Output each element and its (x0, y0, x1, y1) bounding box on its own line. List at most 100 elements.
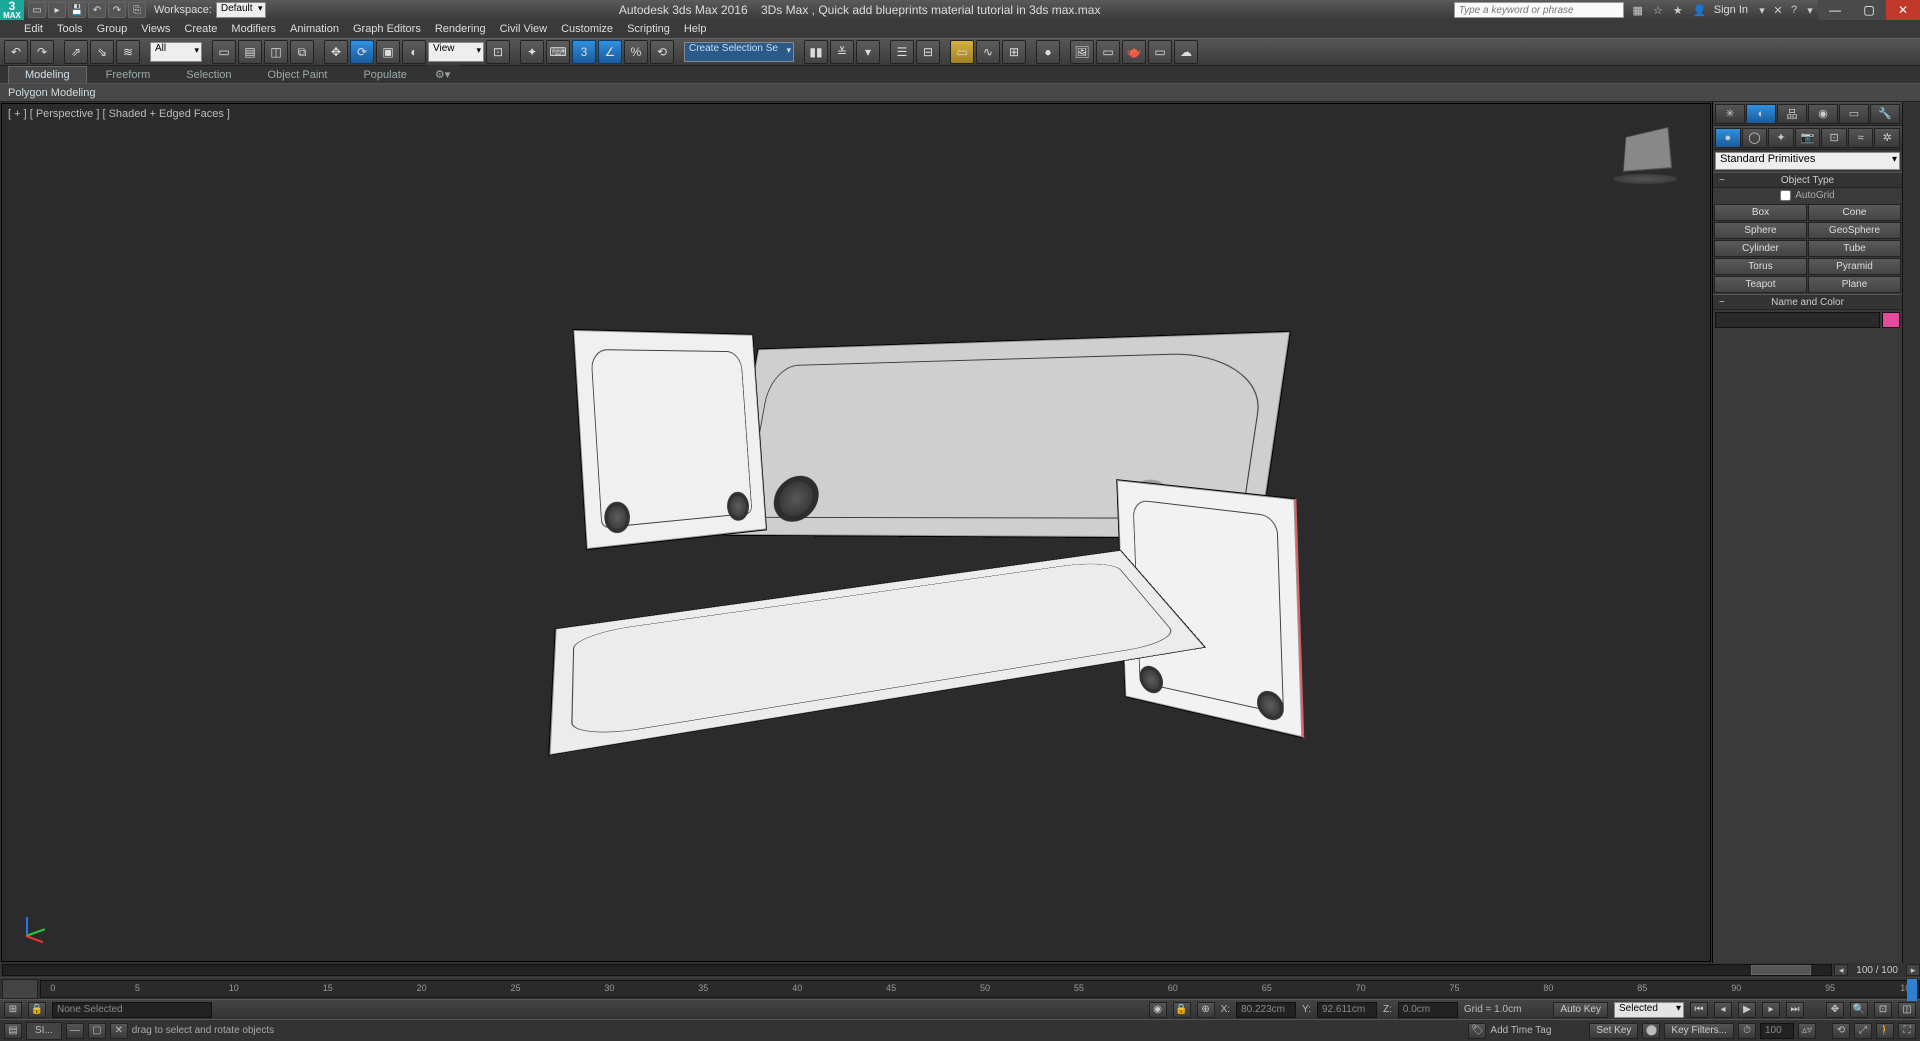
hscroll-thumb[interactable] (1751, 965, 1811, 975)
rendered-frame-icon[interactable]: ▭ (1096, 40, 1120, 64)
nav-orbit-icon[interactable]: ⟲ (1832, 1023, 1850, 1039)
rollout-name-color[interactable]: Name and Color (1713, 294, 1902, 310)
window-crossing-icon[interactable]: ⧉ (290, 40, 314, 64)
signin-chevron-icon[interactable]: ▾ (1754, 2, 1770, 18)
help-chevron-icon[interactable]: ▾ (1802, 2, 1818, 18)
prim-pyramid[interactable]: Pyramid (1808, 258, 1901, 275)
signin-link[interactable]: Sign In (1714, 4, 1748, 16)
minimize-button[interactable]: — (1818, 0, 1852, 20)
percent-snap-icon[interactable]: % (624, 40, 648, 64)
new-icon[interactable]: ▭ (28, 2, 46, 18)
object-color-swatch[interactable] (1882, 312, 1900, 328)
snap-toggle-icon[interactable]: 3 (572, 40, 596, 64)
save-icon[interactable]: 💾 (68, 2, 86, 18)
scale-icon[interactable]: ▣ (376, 40, 400, 64)
panel-gutter[interactable] (1902, 102, 1920, 963)
prim-cylinder[interactable]: Cylinder (1714, 240, 1807, 257)
subcat-helpers-icon[interactable]: ⊡ (1821, 128, 1847, 148)
frame-spinner-icon[interactable]: ▵▿ (1798, 1023, 1816, 1039)
prim-teapot[interactable]: Teapot (1714, 276, 1807, 293)
nav-dolly-icon[interactable]: ⤢ (1854, 1023, 1872, 1039)
timeline-cursor[interactable] (1907, 979, 1917, 1001)
workspace-dropdown[interactable]: Default (216, 2, 266, 18)
current-frame-field[interactable]: 100 (1760, 1023, 1794, 1039)
nav-zoomall-icon[interactable]: ⊡ (1874, 1002, 1892, 1018)
render-production-icon[interactable]: 🫖 (1122, 40, 1146, 64)
prim-geosphere[interactable]: GeoSphere (1808, 222, 1901, 239)
addtimetag-label[interactable]: Add Time Tag (1490, 1025, 1551, 1036)
goto-start-icon[interactable]: ⏮ (1690, 1002, 1708, 1018)
select-name-icon[interactable]: ▤ (238, 40, 262, 64)
project-icon[interactable]: ⎘ (128, 2, 146, 18)
viewport-perspective[interactable]: [ + ] [ Perspective ] [ Shaded + Edged F… (1, 103, 1711, 962)
tab-objectpaint[interactable]: Object Paint (251, 66, 345, 83)
setkey-button[interactable]: Set Key (1589, 1023, 1638, 1039)
prim-torus[interactable]: Torus (1714, 258, 1807, 275)
curve-editor-icon[interactable]: ∿ (976, 40, 1000, 64)
y-field[interactable]: 92.611cm (1317, 1002, 1377, 1018)
mirror-icon[interactable]: ▮▮ (804, 40, 828, 64)
category-dropdown[interactable]: Standard Primitives (1715, 152, 1900, 170)
timeconfig-icon[interactable]: ⏱ (1738, 1023, 1756, 1039)
subcat-spacewarps-icon[interactable]: ≈ (1848, 128, 1874, 148)
render-setup-icon[interactable]: 🖼 (1070, 40, 1094, 64)
prim-plane[interactable]: Plane (1808, 276, 1901, 293)
refcoord-dropdown[interactable]: View (428, 42, 484, 62)
keyboard-shortcut-icon[interactable]: ⌨ (546, 40, 570, 64)
redo-button[interactable]: ↷ (30, 40, 54, 64)
selection-filter-dropdown[interactable]: All (150, 42, 202, 62)
z-field[interactable]: 0.0cm (1398, 1002, 1458, 1018)
prim-cone[interactable]: Cone (1808, 204, 1901, 221)
cmdtab-display-icon[interactable]: ▭ (1839, 104, 1869, 124)
ribbon-settings-icon[interactable]: ⚙▾ (426, 65, 459, 83)
exchange-icon[interactable]: ✕ (1770, 2, 1786, 18)
nav-zoom-icon[interactable]: 🔍 (1850, 1002, 1868, 1018)
timeline-slider-handle[interactable] (2, 979, 38, 999)
prim-sphere[interactable]: Sphere (1714, 222, 1807, 239)
subcat-shapes-icon[interactable]: ◯ (1742, 128, 1768, 148)
rotate-icon[interactable]: ⟳ (350, 40, 374, 64)
undo-button[interactable]: ↶ (4, 40, 28, 64)
task-max-icon[interactable]: ▢ (88, 1023, 106, 1039)
cmdtab-modify-icon[interactable]: ◐ (1746, 104, 1776, 124)
listener-icon[interactable]: ▤ (4, 1023, 22, 1039)
goto-end-icon[interactable]: ⏭ (1786, 1002, 1804, 1018)
unlink-icon[interactable]: ⇘ (90, 40, 114, 64)
undo-icon[interactable]: ↶ (88, 2, 106, 18)
schematic-icon[interactable]: ⊞ (1002, 40, 1026, 64)
task-app-button[interactable]: SI... (26, 1022, 62, 1040)
menu-help[interactable]: Help (684, 23, 707, 35)
blueprint-plane-top[interactable] (548, 550, 1206, 755)
play-icon[interactable]: ▶ (1738, 1002, 1756, 1018)
spinner-snap-icon[interactable]: ⟲ (650, 40, 674, 64)
keymode-dropdown[interactable]: Selected (1614, 1002, 1684, 1018)
align-flyout-icon[interactable]: ▾ (856, 40, 880, 64)
placement-icon[interactable]: ◐ (402, 40, 426, 64)
menu-edit[interactable]: Edit (24, 23, 43, 35)
coord-display-icon[interactable]: ⊕ (1197, 1002, 1215, 1018)
viewcube-cube-icon[interactable] (1623, 127, 1672, 172)
tab-selection[interactable]: Selection (169, 66, 248, 83)
menu-customize[interactable]: Customize (561, 23, 613, 35)
infocenter-icon[interactable]: ▦ (1630, 2, 1646, 18)
select-region-icon[interactable]: ◫ (264, 40, 288, 64)
hscroll-left-icon[interactable]: ◂ (1834, 964, 1848, 976)
maximize-button[interactable]: ▢ (1852, 0, 1886, 20)
timetag-icon[interactable]: 🏷 (1468, 1023, 1486, 1039)
nav-walk-icon[interactable]: 🚶 (1876, 1023, 1894, 1039)
close-button[interactable]: ✕ (1886, 0, 1920, 20)
layer-explorer-icon[interactable]: ⊟ (916, 40, 940, 64)
tab-modeling[interactable]: Modeling (8, 66, 87, 83)
menu-civilview[interactable]: Civil View (500, 23, 547, 35)
cmdtab-utilities-icon[interactable]: 🔧 (1870, 104, 1900, 124)
redo-icon[interactable]: ↷ (108, 2, 126, 18)
subcat-geometry-icon[interactable]: ● (1715, 128, 1741, 148)
object-name-input[interactable] (1715, 312, 1880, 328)
keyfilters-button[interactable]: Key Filters... (1664, 1023, 1734, 1039)
user-icon[interactable]: 👤 (1692, 2, 1708, 18)
menu-grapheditors[interactable]: Graph Editors (353, 23, 421, 35)
bind-icon[interactable]: ≋ (116, 40, 140, 64)
render-iterate-icon[interactable]: ▭ (1148, 40, 1172, 64)
align-icon[interactable]: ≚ (830, 40, 854, 64)
autogrid-checkbox[interactable] (1780, 190, 1791, 201)
